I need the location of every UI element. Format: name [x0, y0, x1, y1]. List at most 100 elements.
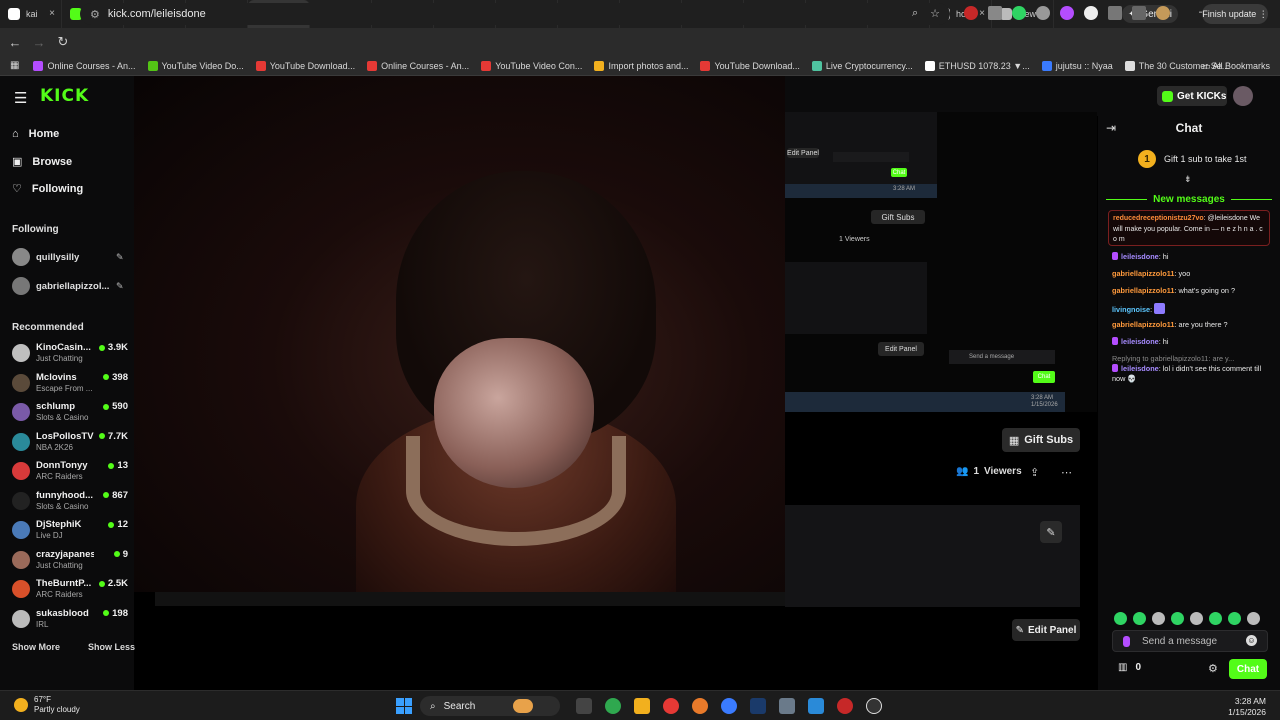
reload-icon[interactable]: ↻ [51, 34, 75, 50]
kick-logo[interactable]: KICK [40, 86, 89, 106]
emoji-icon[interactable]: ☺ [1246, 635, 1257, 646]
following-item[interactable]: quillysilly ✎ [12, 248, 124, 266]
emote-icon[interactable] [1171, 612, 1184, 625]
extension-icon[interactable] [1012, 6, 1026, 20]
recommended-channel[interactable]: crazyjapaneseJust Chatting9 [12, 549, 128, 577]
recommended-channel[interactable]: DjStephiK Live DJ 12 [12, 519, 128, 547]
recommended-channel[interactable]: sukasblood IRL 198 [12, 608, 128, 636]
nav-browse[interactable]: ▣ Browse [12, 155, 72, 169]
recommended-channel[interactable]: KinoCasin... Just Chatting 3.9K [12, 342, 128, 370]
nav-following[interactable]: ♡ Following [12, 182, 83, 196]
gift-leaderboard[interactable]: 1 Gift 1 sub to take 1st [1138, 150, 1247, 168]
bookmark-item[interactable]: Live Cryptocurrency... [806, 60, 919, 71]
extension-icon[interactable] [1060, 6, 1074, 20]
bookmark-item[interactable]: Online Courses - An... [361, 60, 475, 71]
app-icon[interactable] [837, 698, 853, 714]
extension-icon[interactable] [1084, 6, 1098, 20]
all-bookmarks-button[interactable]: ▭ All Bookmarks [1202, 61, 1270, 72]
bookmark-star-icon[interactable]: ☆ [930, 7, 940, 20]
settings-icon[interactable] [779, 698, 795, 714]
chat-message[interactable]: gabriellapizzolo11: are you there ? [1112, 320, 1272, 330]
video-player[interactable] [134, 76, 785, 592]
new-messages-divider[interactable]: New messages [1106, 192, 1272, 206]
chat-message[interactable]: leileisdone: hi [1112, 252, 1272, 262]
recommended-channel[interactable]: DonnTonyy ARC Raiders 13 [12, 460, 128, 488]
show-more-button[interactable]: Show More [12, 642, 60, 652]
user-avatar[interactable] [1233, 86, 1253, 106]
url-input[interactable]: ⚙ kick.com/leileisdone ⌕ ☆ [80, 3, 950, 25]
app-icon[interactable] [808, 698, 824, 714]
chat-username[interactable]: leileisdone [1121, 364, 1159, 373]
apps-grid-icon[interactable]: ▦ [0, 60, 27, 71]
back-icon[interactable]: ← [3, 35, 27, 50]
bookmark-item[interactable]: YouTube Download... [250, 60, 361, 71]
taskbar-search[interactable]: ⌕ Search [420, 696, 560, 716]
emote-icon[interactable] [1152, 612, 1165, 625]
share-icon[interactable]: ⇪ [1030, 466, 1039, 479]
weather-widget[interactable]: 67°F Partly cloudy [14, 695, 80, 715]
bookmark-item[interactable]: YouTube Download... [694, 60, 805, 71]
app-icon[interactable] [721, 698, 737, 714]
chat-username[interactable]: livingnoise [1112, 305, 1150, 314]
get-kicks-button[interactable]: Get KICKs [1157, 86, 1227, 106]
forward-icon[interactable]: → [27, 35, 51, 50]
pin-icon[interactable]: ⇟ [1184, 174, 1192, 185]
close-tab-icon[interactable]: × [49, 8, 55, 19]
media-player-icon[interactable] [866, 698, 882, 714]
show-less-button[interactable]: Show Less [88, 642, 135, 652]
edit-pencil-button[interactable]: ✎ [1040, 521, 1062, 543]
following-item[interactable]: gabriellapizzol... ✎ [12, 277, 124, 295]
chat-message-input[interactable]: Send a message [1112, 630, 1268, 652]
file-explorer-icon[interactable] [634, 698, 650, 714]
chrome-icon[interactable] [663, 698, 679, 714]
windows-start-icon[interactable] [396, 698, 412, 714]
emote-icon[interactable] [1228, 612, 1241, 625]
chat-settings-icon[interactable]: ⚙ [1208, 662, 1218, 675]
bookmark-item[interactable]: Online Courses - An... [27, 60, 141, 71]
task-view-icon[interactable] [576, 698, 592, 714]
chat-username[interactable]: gabriellapizzolo11 [1112, 269, 1174, 278]
blender-icon[interactable] [692, 698, 708, 714]
chat-username[interactable]: leileisdone [1121, 252, 1159, 261]
more-options-icon[interactable]: ⋯ [1061, 466, 1072, 479]
browser-tab[interactable]: kai × [0, 0, 62, 28]
nav-home[interactable]: ⌂ Home [12, 128, 59, 140]
chat-send-button[interactable]: Chat [1229, 659, 1267, 679]
chat-username[interactable]: gabriellapizzolo11 [1112, 286, 1174, 295]
extension-icon[interactable] [988, 6, 1002, 20]
bookmark-item[interactable]: jujutsu :: Nyaa [1036, 60, 1119, 71]
emote-icon[interactable] [1133, 612, 1146, 625]
chat-message[interactable]: livingnoise: [1112, 303, 1272, 315]
recommended-channel[interactable]: TheBurntP... ARC Raiders 2.5K [12, 578, 128, 606]
bookmark-item[interactable]: YouTube Video Do... [142, 60, 250, 71]
chat-message[interactable]: Replying to gabriellapizzolo11: are y...… [1112, 354, 1272, 384]
extension-icon[interactable] [1036, 6, 1050, 20]
recommended-channel[interactable]: LosPollosTV NBA 2K26 7.7K [12, 431, 128, 459]
chat-message-highlighted[interactable]: reducedreceptionistzu27vo: @leileisdone … [1108, 210, 1270, 246]
chat-username[interactable]: gabriellapizzolo11 [1112, 320, 1174, 329]
chat-message[interactable]: gabriellapizzolo11: yoo [1112, 269, 1272, 279]
sidepanel-icon[interactable] [1132, 6, 1146, 20]
extension-icon[interactable] [964, 6, 978, 20]
recommended-channel[interactable]: Mclovins Escape From ... 398 [12, 372, 128, 400]
emote-icon[interactable] [1190, 612, 1203, 625]
finish-update-button[interactable]: Finish update ⋮ [1202, 4, 1268, 24]
chat-username[interactable]: leileisdone [1121, 337, 1159, 346]
zoom-icon[interactable]: ⌕ [912, 7, 918, 20]
bookmark-item[interactable]: YouTube Video Con... [475, 60, 588, 71]
profile-avatar[interactable] [1156, 6, 1170, 20]
chat-message[interactable]: gabriellapizzolo11: what's going on ? [1112, 286, 1272, 296]
recommended-channel[interactable]: funnyhood... Slots & Casino 867 [12, 490, 128, 518]
edit-panel-button[interactable]: ✎ Edit Panel [1012, 619, 1080, 641]
puzzle-icon[interactable] [1108, 6, 1122, 20]
site-info-icon[interactable]: ⚙ [90, 8, 100, 21]
steam-icon[interactable] [750, 698, 766, 714]
recommended-channel[interactable]: schlump Slots & Casino 590 [12, 401, 128, 429]
emote-icon[interactable] [1209, 612, 1222, 625]
video-controls-bar[interactable] [155, 592, 785, 606]
emote-icon[interactable] [1114, 612, 1127, 625]
bookmark-item[interactable]: ETHUSD 1078.23 ▼... [919, 60, 1036, 71]
chat-message[interactable]: leileisdone: hi [1112, 337, 1272, 347]
emote-icon[interactable] [1247, 612, 1260, 625]
app-icon[interactable] [605, 698, 621, 714]
